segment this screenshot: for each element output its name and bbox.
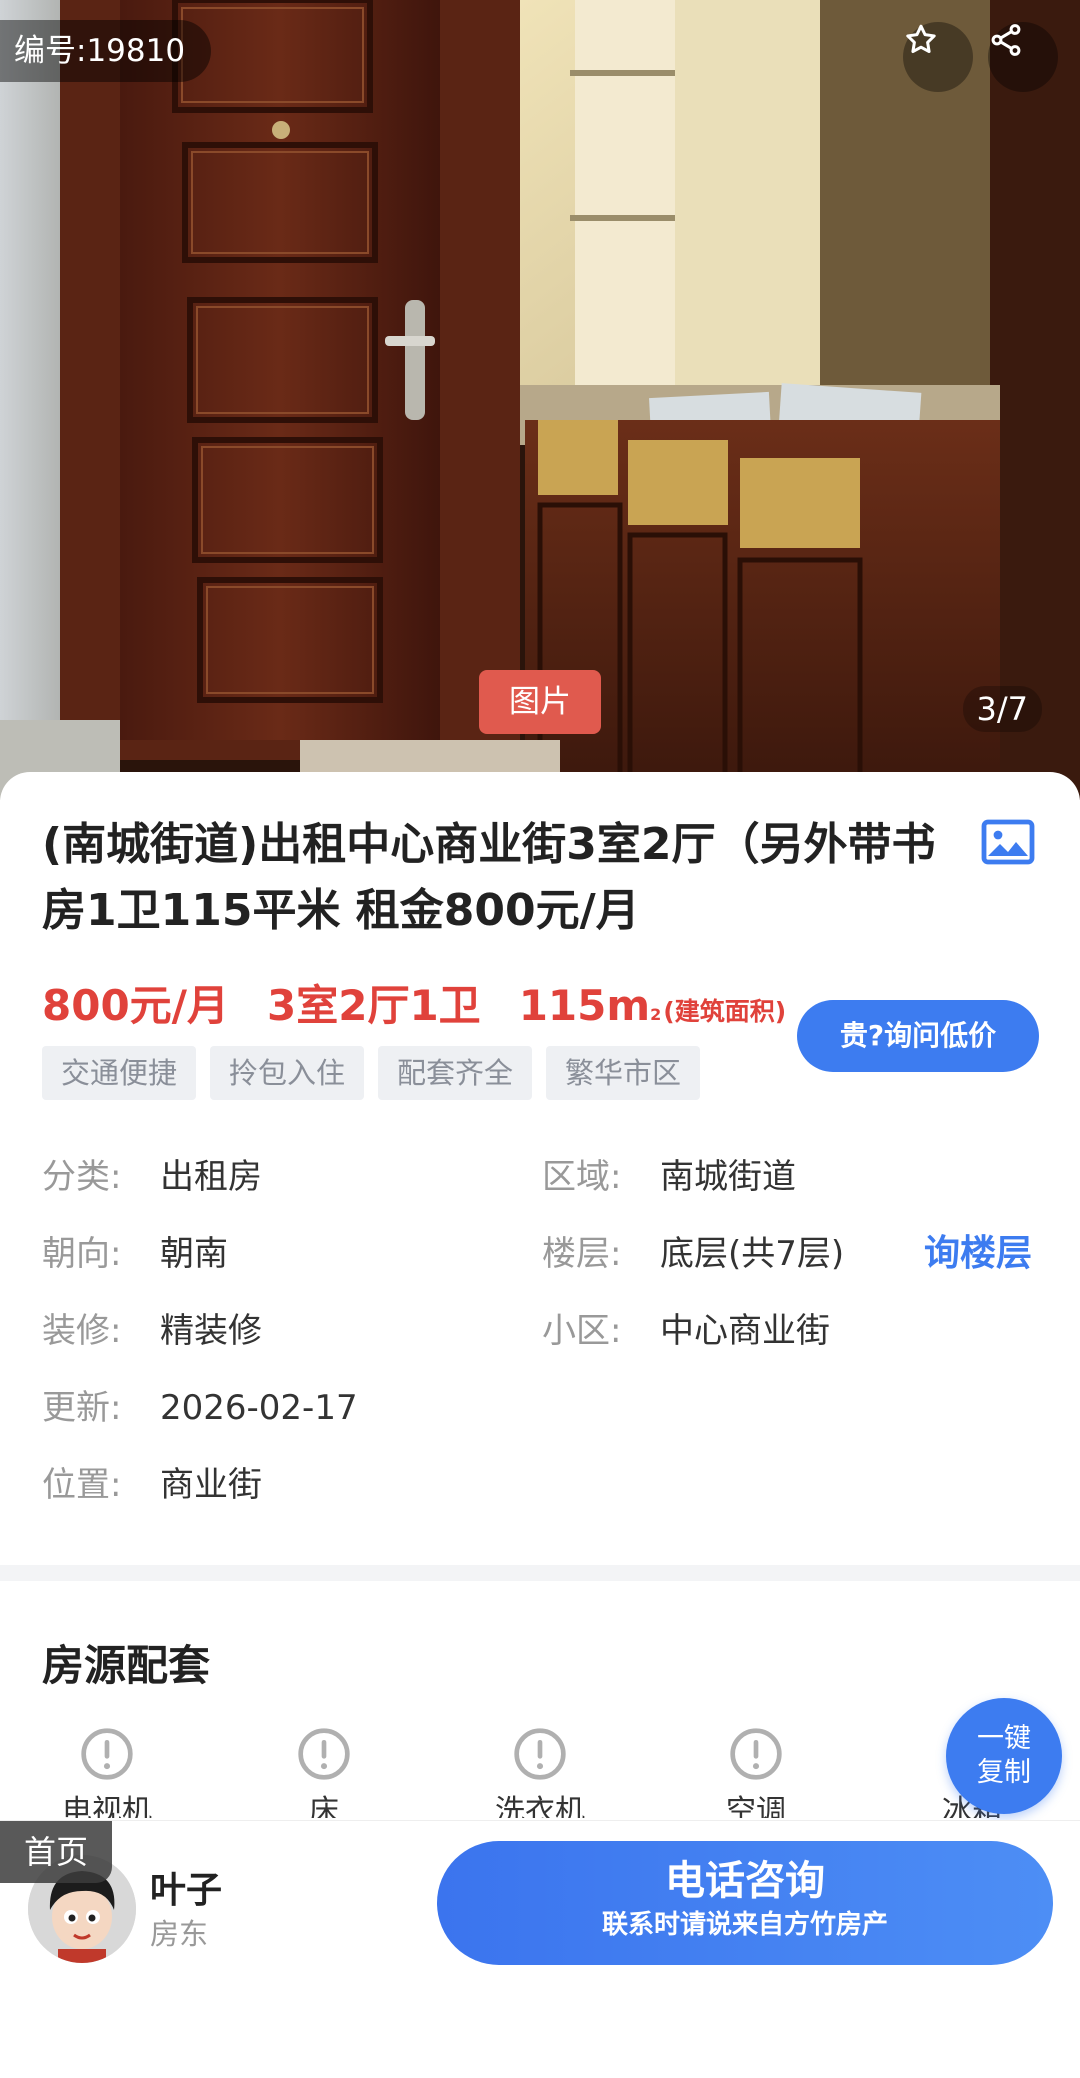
feature-tag: 交通便捷	[42, 1046, 197, 1100]
amenity-item: 电视机	[32, 1726, 182, 1818]
listing-id-badge: 编号:19810	[0, 20, 212, 82]
alert-circle-icon	[681, 1726, 831, 1786]
area-note: (建筑面积)	[663, 997, 787, 1026]
listing-detail-page: 编号:19810 图片 3/7 (南城街道)出租中心商业街3室2厅（另外带书房1…	[0, 0, 1080, 2078]
rent-price: 800元/月	[42, 981, 230, 1030]
agent-role: 房东	[150, 1917, 209, 1951]
detail-floor: 楼层: 底层(共7层)	[542, 1234, 845, 1274]
detail-updated: 更新: 2026-02-17	[42, 1388, 358, 1428]
amenity-item: 空调	[681, 1726, 831, 1818]
listing-title: (南城街道)出租中心商业街3室2厅（另外带书房1卫115平米 租金800元/月	[42, 819, 936, 936]
call-button-note: 联系时请说来自方竹房产	[601, 1910, 888, 1940]
photo-counter: 3/7	[962, 686, 1042, 732]
detail-community: 小区: 中心商业街	[542, 1311, 830, 1351]
image-icon[interactable]	[980, 817, 1036, 871]
copy-all-button[interactable]: 一键 复制	[946, 1698, 1062, 1814]
phone-consult-button[interactable]: 电话咨询 联系时请说来自方竹房产	[437, 1841, 1053, 1965]
photo-tab[interactable]: 图片	[479, 670, 601, 734]
detail-location: 位置: 商业街	[42, 1465, 262, 1505]
area-unit-superscript: 2	[650, 1005, 662, 1024]
favorite-button[interactable]	[903, 22, 973, 92]
share-button[interactable]	[988, 22, 1058, 92]
feature-tag: 配套齐全	[378, 1046, 533, 1100]
detail-category: 分类: 出租房	[42, 1157, 262, 1197]
listing-info-card: (南城街道)出租中心商业街3室2厅（另外带书房1卫115平米 租金800元/月 …	[0, 772, 1080, 1572]
room-layout: 3室2厅1卫	[267, 981, 481, 1030]
alert-circle-icon	[249, 1726, 399, 1786]
alert-circle-icon	[32, 1726, 182, 1786]
ask-low-price-button[interactable]: 贵?询问低价	[797, 1000, 1039, 1072]
feature-tag: 拎包入住	[210, 1046, 365, 1100]
amenity-item: 洗衣机	[465, 1726, 615, 1818]
floor-area: 115m	[518, 981, 651, 1030]
feature-tag: 繁华市区	[546, 1046, 701, 1100]
alert-circle-icon	[465, 1726, 615, 1786]
agent-name: 叶子	[150, 1870, 223, 1911]
feature-tags: 交通便捷 拎包入住 配套齐全 繁华市区	[42, 1046, 701, 1100]
amenities-list: 电视机 床 洗衣机 空调 冰箱	[0, 1718, 1080, 1818]
amenity-item: 床	[249, 1726, 399, 1818]
detail-orientation: 朝向: 朝南	[42, 1234, 228, 1274]
ask-floor-link[interactable]: 询楼层	[924, 1229, 1032, 1279]
section-divider	[0, 1565, 1080, 1581]
detail-decoration: 装修: 精装修	[42, 1311, 262, 1351]
home-tab[interactable]: 首页	[0, 1821, 112, 1883]
contact-bar: 叶子 房东 电话咨询 联系时请说来自方竹房产 首页	[0, 1820, 1080, 2078]
amenities-title: 房源配套	[42, 1641, 211, 1690]
detail-region: 区域: 南城街道	[542, 1157, 796, 1197]
price-row: 800元/月 3室2厅1卫 115m 2 (建筑面积)	[42, 972, 786, 1032]
call-button-label: 电话咨询	[665, 1858, 825, 1904]
photo-carousel[interactable]: 编号:19810 图片 3/7	[0, 0, 1080, 800]
